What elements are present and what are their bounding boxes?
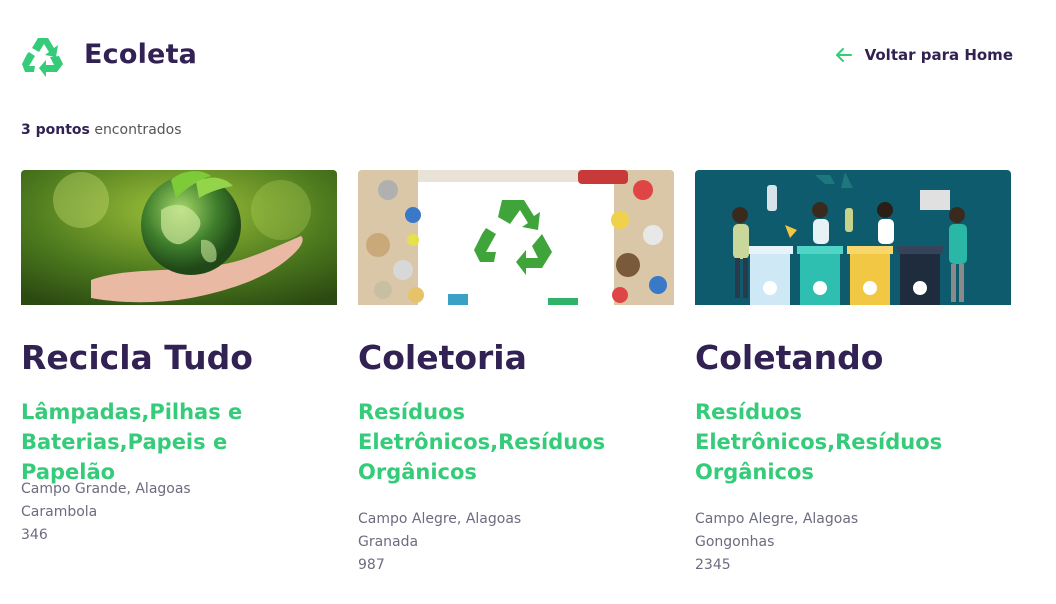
- point-image-people-recycling-bins: [695, 170, 1011, 305]
- back-to-home-link[interactable]: Voltar para Home: [835, 46, 1013, 64]
- point-items: Resíduos Eletrônicos,Resíduos Orgânicos: [358, 400, 606, 484]
- point-name: Coletoria: [358, 338, 527, 377]
- app-title: Ecoleta: [84, 39, 198, 70]
- recycle-logo-icon: [22, 38, 63, 77]
- point-district: Carambola: [21, 504, 98, 520]
- point-card[interactable]: Recicla Tudo Lâmpadas,Pilhas e Baterias,…: [21, 170, 337, 543]
- point-district: Granada: [358, 534, 419, 550]
- back-link-label: Voltar para Home: [864, 46, 1013, 64]
- results-count: 3 pontos encontrados: [21, 122, 182, 138]
- point-number: 987: [358, 557, 385, 573]
- point-number: 2345: [695, 557, 731, 573]
- points-grid: Recicla Tudo Lâmpadas,Pilhas e Baterias,…: [21, 170, 1013, 590]
- point-image-globe-in-hand: [21, 170, 337, 305]
- arrow-left-icon: [835, 48, 852, 62]
- header: Ecoleta Voltar para Home: [21, 34, 1013, 78]
- results-count-suffix: encontrados: [89, 122, 182, 138]
- point-city: Campo Alegre, Alagoas: [695, 511, 859, 527]
- point-card[interactable]: Coletoria Resíduos Eletrônicos,Resíduos …: [358, 170, 674, 573]
- point-district: Gongonhas: [695, 534, 775, 550]
- point-address: Campo Alegre, Alagoas Gongonhas 2345: [695, 508, 995, 577]
- point-name: Recicla Tudo: [21, 338, 253, 377]
- point-city: Campo Alegre, Alagoas: [358, 511, 522, 527]
- point-image-recycling-items: [358, 170, 674, 305]
- point-name: Coletando: [695, 338, 884, 377]
- results-count-number: 3 pontos: [21, 122, 90, 138]
- point-card[interactable]: Coletando Resíduos Eletrônicos,Resíduos …: [695, 170, 1011, 573]
- point-address: Campo Alegre, Alagoas Granada 987: [358, 508, 658, 577]
- point-items: Resíduos Eletrônicos,Resíduos Orgânicos: [695, 400, 943, 484]
- point-address: Campo Grande, Alagoas Carambola 346: [21, 478, 321, 547]
- point-number: 346: [21, 527, 48, 543]
- point-items: Lâmpadas,Pilhas e Baterias,Papeis e Pape…: [21, 400, 243, 484]
- point-city: Campo Grande, Alagoas: [21, 481, 191, 497]
